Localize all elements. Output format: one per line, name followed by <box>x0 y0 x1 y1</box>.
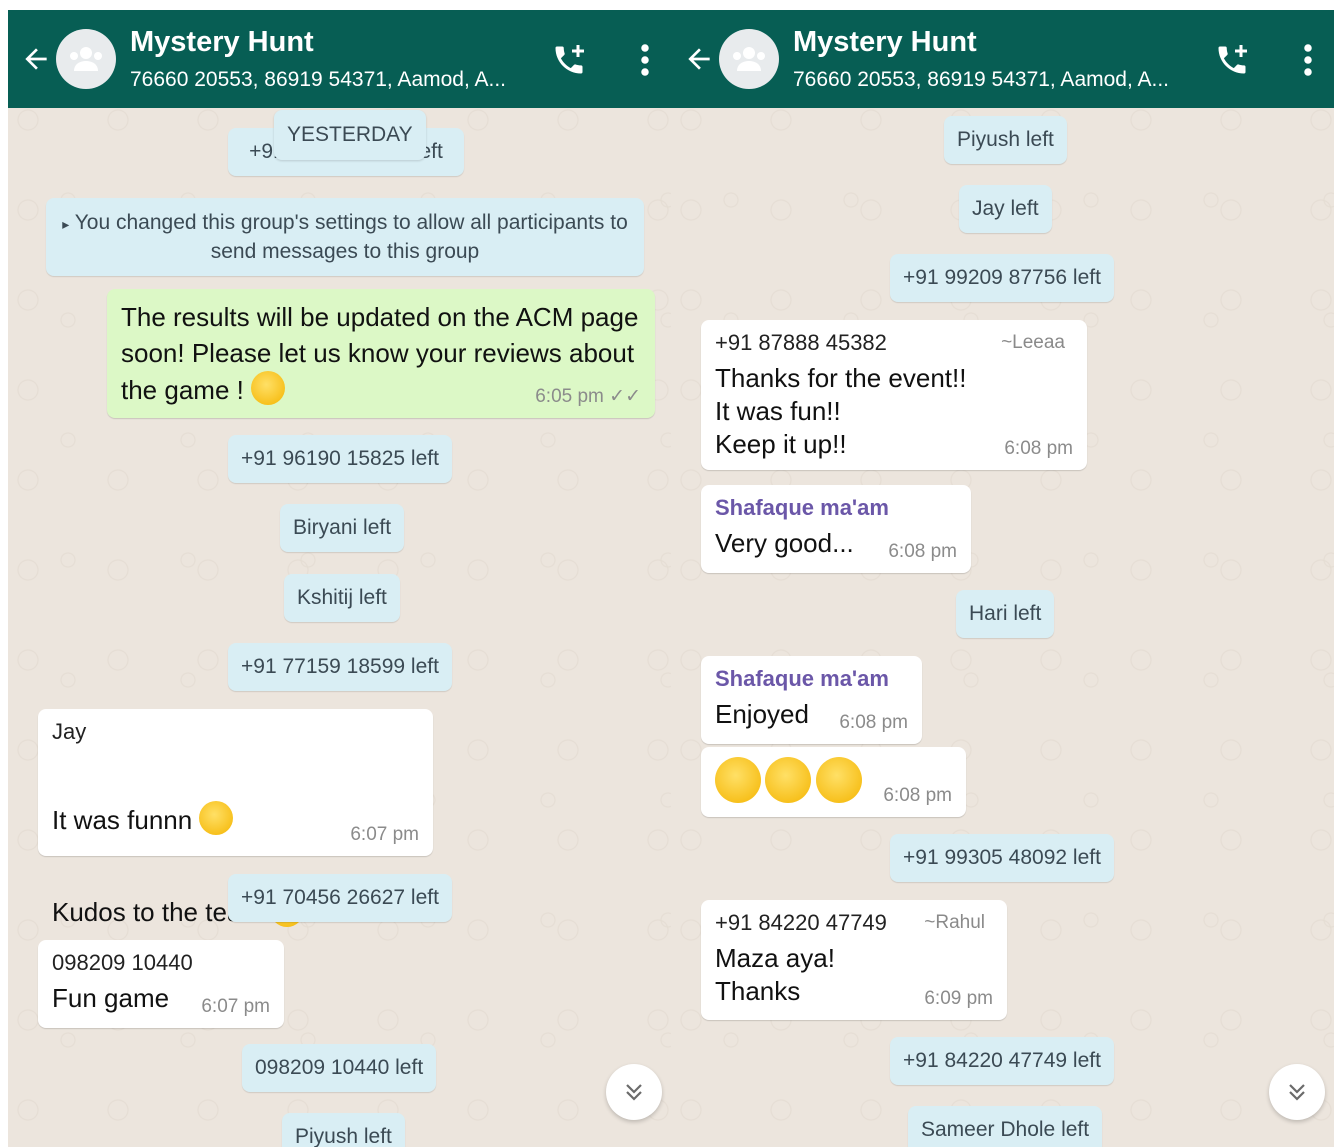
party-face-icon <box>199 801 234 835</box>
message-sender: Shafaque ma'am <box>715 495 889 520</box>
chat-title[interactable]: Mystery Hunt <box>793 26 977 59</box>
chat-panel-right: Mystery Hunt 76660 20553, 86919 54371, A… <box>671 10 1334 1147</box>
more-vertical-icon[interactable] <box>1299 42 1317 78</box>
smiling-face-icon <box>251 371 286 405</box>
message-time: 6:08 pm <box>1004 438 1073 459</box>
outgoing-message[interactable]: The results will be updated on the ACM p… <box>107 289 655 418</box>
message-sender: Jay <box>52 719 87 744</box>
system-notice: +91 99209 87756 left <box>890 254 1114 302</box>
system-notice: Kshitij left <box>284 574 400 622</box>
incoming-message[interactable]: Shafaque ma'am Enjoyed 6:08 pm <box>701 656 922 744</box>
scroll-down-button[interactable] <box>1269 1064 1325 1120</box>
system-notice: Jay left <box>959 185 1052 233</box>
system-notice: Hari left <box>956 590 1055 638</box>
message-time: 6:09 pm <box>924 988 993 1009</box>
chat-title[interactable]: Mystery Hunt <box>130 26 314 59</box>
message-time: 6:08 pm <box>888 541 957 562</box>
arrow-left-icon[interactable] <box>20 43 52 75</box>
incoming-message[interactable]: +91 87888 45382 ~Leeaa Thanks for the ev… <box>701 320 1087 470</box>
incoming-message[interactable]: Jay It was funnn Kudos to the team! 6:07… <box>38 709 433 927</box>
chat-participants[interactable]: 76660 20553, 86919 54371, Aamod, A... <box>793 68 1193 92</box>
message-time: 6:07 pm <box>201 996 270 1017</box>
group-avatar-icon[interactable] <box>719 29 779 89</box>
system-notice: Piyush left <box>944 116 1067 164</box>
double-chevron-down-icon <box>1289 1084 1305 1101</box>
message-time: 6:05 pm ✓✓ <box>535 386 641 407</box>
grinning-face-icon <box>715 757 761 803</box>
incoming-message[interactable]: Shafaque ma'am Very good... 6:08 pm <box>701 485 971 573</box>
scroll-down-button[interactable] <box>606 1064 662 1120</box>
incoming-message[interactable]: +91 84220 47749 ~Rahul Maza aya! Thanks … <box>701 900 1007 1020</box>
system-notice: +91 99305 48092 left <box>890 834 1114 882</box>
double-chevron-down-icon <box>626 1084 642 1101</box>
system-notice: Biryani left <box>280 504 405 552</box>
message-time: 6:07 pm <box>350 824 419 845</box>
system-notice: Sameer Dhole left <box>908 1106 1103 1147</box>
chat-participants[interactable]: 76660 20553, 86919 54371, Aamod, A... <box>130 68 530 92</box>
add-call-icon[interactable] <box>551 42 587 78</box>
arrow-left-icon[interactable] <box>683 43 715 75</box>
message-sender: Shafaque ma'am <box>715 666 889 691</box>
group-settings-banner: ▸ You changed this group's settings to a… <box>46 198 644 276</box>
system-notice: 098209 10440 left <box>242 1044 437 1092</box>
chat-header: Mystery Hunt 76660 20553, 86919 54371, A… <box>8 10 671 108</box>
chat-panel-left: Mystery Hunt 76660 20553, 86919 54371, A… <box>8 10 671 1147</box>
double-check-icon: ✓✓ <box>609 386 641 407</box>
add-call-icon[interactable] <box>1214 42 1250 78</box>
system-notice: Piyush left <box>282 1113 405 1147</box>
incoming-message[interactable]: 098209 10440 Fun game 6:07 pm <box>38 940 284 1028</box>
date-chip: YESTERDAY <box>274 110 426 160</box>
more-vertical-icon[interactable] <box>636 42 654 78</box>
sender-push-name: ~Rahul <box>924 912 985 933</box>
grinning-face-icon <box>765 757 812 803</box>
system-notice: +91 84220 47749 left <box>890 1037 1114 1085</box>
message-time: 6:08 pm <box>839 712 908 733</box>
system-notice: +91 70456 26627 left <box>228 874 452 922</box>
group-avatar-icon[interactable] <box>56 29 116 89</box>
system-notice: +91 96190 15825 left <box>228 435 452 483</box>
megaphone-icon: ▸ <box>62 216 70 232</box>
grinning-face-icon <box>815 757 862 803</box>
sender-push-name: ~Leeaa <box>1001 332 1065 353</box>
message-sender: 098209 10440 <box>52 950 193 975</box>
incoming-message[interactable]: 6:08 pm <box>701 747 966 817</box>
message-time: 6:08 pm <box>883 785 952 806</box>
system-notice: +91 77159 18599 left <box>228 643 452 691</box>
chat-header: Mystery Hunt 76660 20553, 86919 54371, A… <box>671 10 1334 108</box>
